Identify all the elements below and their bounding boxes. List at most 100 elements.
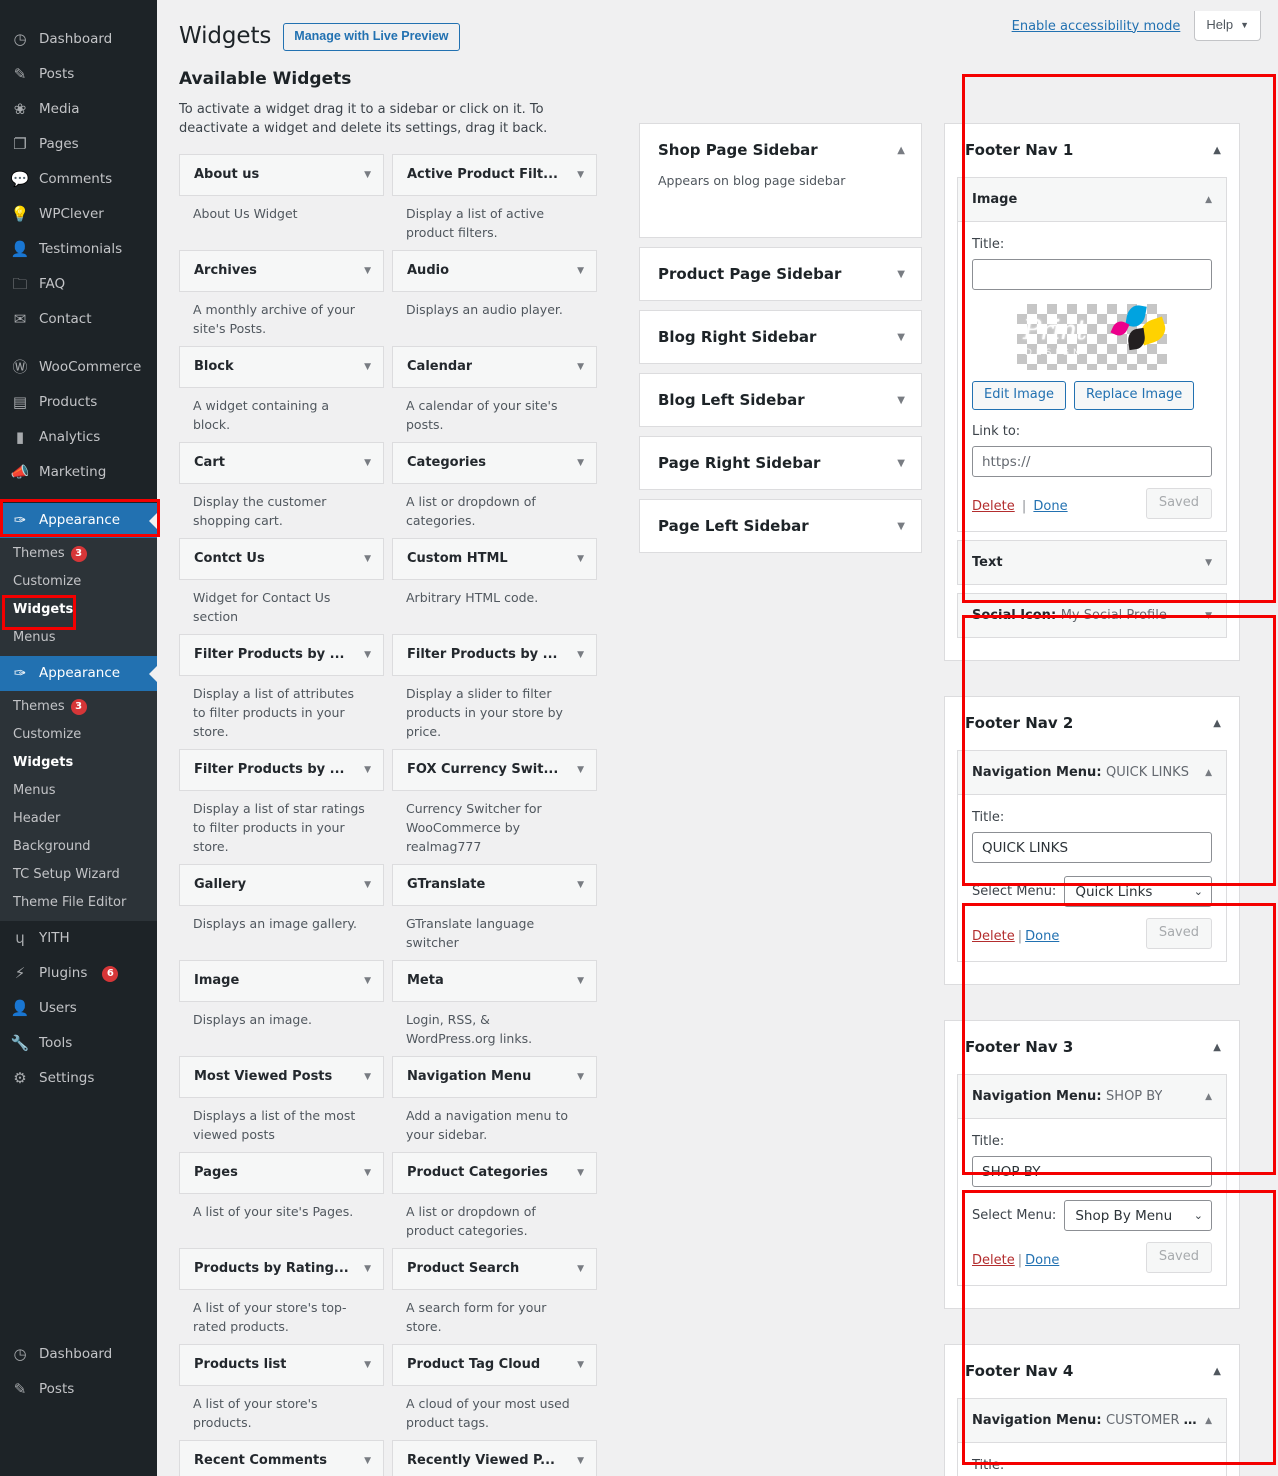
widget-card-header[interactable]: Archives ▼	[179, 250, 384, 292]
widget-card-header[interactable]: Product Tag Cloud ▼	[392, 1344, 597, 1386]
delete-link[interactable]: Delete	[972, 499, 1015, 514]
submenu-item-background[interactable]: Background	[0, 833, 157, 861]
done-link[interactable]: Done	[1033, 499, 1067, 514]
sidebar-item-faq[interactable]: 🗀 FAQ	[0, 267, 157, 302]
widget-card-header[interactable]: Recent Comments ▼	[179, 1440, 384, 1476]
widget-card-header[interactable]: Most Viewed Posts ▼	[179, 1056, 384, 1098]
widget-card-header[interactable]: Gallery ▼	[179, 864, 384, 906]
manage-with-live-preview-button[interactable]: Manage with Live Preview	[283, 22, 460, 51]
navigation-menu-widget-header[interactable]: Navigation Menu: CUSTOMER SE... ▲	[958, 1399, 1226, 1443]
widget-card-header[interactable]: Categories ▼	[392, 442, 597, 484]
image-thumbnail[interactable]: Print DESIGN	[1017, 304, 1167, 370]
submenu-item-theme-file-editor[interactable]: Theme File Editor	[0, 889, 157, 917]
sidebar-item-appearance-duplicate[interactable]: ✑ Appearance	[0, 656, 157, 691]
nav2-header[interactable]: Footer Nav 2 ▲	[945, 697, 1239, 750]
submenu-item-customize[interactable]: Customize	[0, 568, 157, 596]
sidebar-item-plugins[interactable]: ⚡ Plugins 6	[0, 956, 157, 991]
sidebar-item-repeat-posts[interactable]: ✎ Posts	[0, 1372, 157, 1407]
sidebar-item-repeat-dashboard[interactable]: ◷ Dashboard	[0, 1337, 157, 1372]
widget-card-header[interactable]: Filter Products by ... ▼	[392, 634, 597, 676]
widget-card-header[interactable]: Cart ▼	[179, 442, 384, 484]
widget-card-header[interactable]: Pages ▼	[179, 1152, 384, 1194]
widget-card-header[interactable]: Product Search ▼	[392, 1248, 597, 1290]
submenu-item-menus[interactable]: Menus	[0, 777, 157, 805]
sidebar-panel-header[interactable]: Page Left Sidebar ▼	[640, 500, 921, 552]
edit-image-button[interactable]: Edit Image	[972, 381, 1067, 410]
image-title-input[interactable]	[972, 259, 1212, 290]
widget-card-header[interactable]: Active Product Filt... ▼	[392, 154, 597, 196]
submenu-item-themes[interactable]: Themes 3	[0, 693, 157, 721]
sidebar-item-products[interactable]: ▤ Products	[0, 385, 157, 420]
widget-card-header[interactable]: Meta ▼	[392, 960, 597, 1002]
widget-card-header[interactable]: Audio ▼	[392, 250, 597, 292]
widget-card-header[interactable]: Filter Products by ... ▼	[179, 749, 384, 791]
nav4-header[interactable]: Footer Nav 4 ▲	[945, 1345, 1239, 1398]
widget-card-header[interactable]: GTranslate ▼	[392, 864, 597, 906]
sidebar-item-pages[interactable]: ❐ Pages	[0, 127, 157, 162]
widget-card-header[interactable]: Navigation Menu ▼	[392, 1056, 597, 1098]
widget-card-header[interactable]: Calendar ▼	[392, 346, 597, 388]
nav3-header[interactable]: Footer Nav 3 ▲	[945, 1021, 1239, 1074]
sidebar-item-woocommerce[interactable]: Ⓦ WooCommerce	[0, 350, 157, 385]
sidebar-item-contact[interactable]: ✉ Contact	[0, 302, 157, 337]
widget-card-description: A monthly archive of your site's Posts.	[193, 302, 355, 336]
menu-title-input[interactable]	[972, 1156, 1212, 1187]
image-widget-header[interactable]: Image ▲	[958, 178, 1226, 222]
widget-drop-zone[interactable]	[640, 189, 921, 237]
sidebar-item-marketing[interactable]: 📣 Marketing	[0, 455, 157, 490]
sidebar-item-testimonials[interactable]: 👤 Testimonials	[0, 232, 157, 267]
menu-title-input[interactable]	[972, 832, 1212, 863]
sidebar-panel-header[interactable]: Blog Left Sidebar ▼	[640, 374, 921, 426]
link-to-input[interactable]	[972, 446, 1212, 477]
footer-nav-1-header[interactable]: Footer Nav 1 ▲	[945, 124, 1239, 177]
submenu-item-themes[interactable]: Themes 3	[0, 540, 157, 568]
widget-card-header[interactable]: Block ▼	[179, 346, 384, 388]
submenu-item-widgets[interactable]: Widgets	[0, 749, 157, 777]
delete-link[interactable]: Delete	[972, 1253, 1015, 1268]
submenu-item-header[interactable]: Header	[0, 805, 157, 833]
widget-card-header[interactable]: Image ▼	[179, 960, 384, 1002]
widget-card-header[interactable]: Filter Products by ... ▼	[179, 634, 384, 676]
widget-card-header[interactable]: Products list ▼	[179, 1344, 384, 1386]
sidebar-item-dashboard[interactable]: ◷ Dashboard	[0, 22, 157, 57]
widget-card-header[interactable]: Custom HTML ▼	[392, 538, 597, 580]
widget-card-header[interactable]: Products by Rating... ▼	[179, 1248, 384, 1290]
widget-card-header[interactable]: Contct Us ▼	[179, 538, 384, 580]
sidebar-panel-header[interactable]: Shop Page Sidebar ▲	[640, 124, 921, 176]
sidebar-item-media[interactable]: ❀ Media	[0, 92, 157, 127]
sidebar-item-appearance[interactable]: ✑ Appearance	[0, 503, 157, 538]
submenu-item-tc-setup-wizard[interactable]: TC Setup Wizard	[0, 861, 157, 889]
navigation-menu-widget-header[interactable]: Navigation Menu: SHOP BY ▲	[958, 1075, 1226, 1119]
sidebar-item-collapse-menu-clipped[interactable]	[0, 1096, 157, 1112]
widget-card-header[interactable]: Product Categories ▼	[392, 1152, 597, 1194]
sidebar-item-users[interactable]: 👤 Users	[0, 991, 157, 1026]
widget-card-header[interactable]: FOX Currency Swit... ▼	[392, 749, 597, 791]
sidebar-panel-header[interactable]: Blog Right Sidebar ▼	[640, 311, 921, 363]
select-menu-dropdown[interactable]: Quick Links ⌄	[1064, 876, 1212, 907]
submenu-item-customize[interactable]: Customize	[0, 721, 157, 749]
chevron-down-icon: ▼	[577, 1167, 584, 1178]
sidebar-item-yith[interactable]: ɥ YITH	[0, 921, 157, 956]
sidebar-item-posts[interactable]: ✎ Posts	[0, 57, 157, 92]
widget-card-header[interactable]: Recently Viewed P... ▼	[392, 1440, 597, 1476]
enable-accessibility-mode-link[interactable]: Enable accessibility mode	[1012, 19, 1181, 34]
sidebar-item-tools[interactable]: 🔧 Tools	[0, 1026, 157, 1061]
replace-image-button[interactable]: Replace Image	[1074, 381, 1195, 410]
navigation-menu-widget-header[interactable]: Navigation Menu: QUICK LINKS ▲	[958, 751, 1226, 795]
sidebar-panel-header[interactable]: Page Right Sidebar ▼	[640, 437, 921, 489]
sidebar-item-comments[interactable]: 💬 Comments	[0, 162, 157, 197]
sidebar-item-wpclever[interactable]: 💡 WPClever	[0, 197, 157, 232]
widget-card-header[interactable]: About us ▼	[179, 154, 384, 196]
social-icon-widget-header[interactable]: Social Icon: My Social Profile ▼	[958, 594, 1226, 637]
sidebar-panel-header[interactable]: Product Page Sidebar ▼	[640, 248, 921, 300]
text-widget-header[interactable]: Text ▼	[958, 541, 1226, 584]
done-link[interactable]: Done	[1025, 1253, 1059, 1268]
submenu-item-menus[interactable]: Menus	[0, 624, 157, 652]
sidebar-item-settings[interactable]: ⚙ Settings	[0, 1061, 157, 1096]
delete-link[interactable]: Delete	[972, 929, 1015, 944]
help-tab-button[interactable]: Help ▼	[1194, 11, 1261, 41]
sidebar-item-analytics[interactable]: ▮ Analytics	[0, 420, 157, 455]
done-link[interactable]: Done	[1025, 929, 1059, 944]
submenu-item-widgets[interactable]: Widgets	[0, 596, 157, 624]
select-menu-dropdown[interactable]: Shop By Menu ⌄	[1064, 1200, 1212, 1231]
